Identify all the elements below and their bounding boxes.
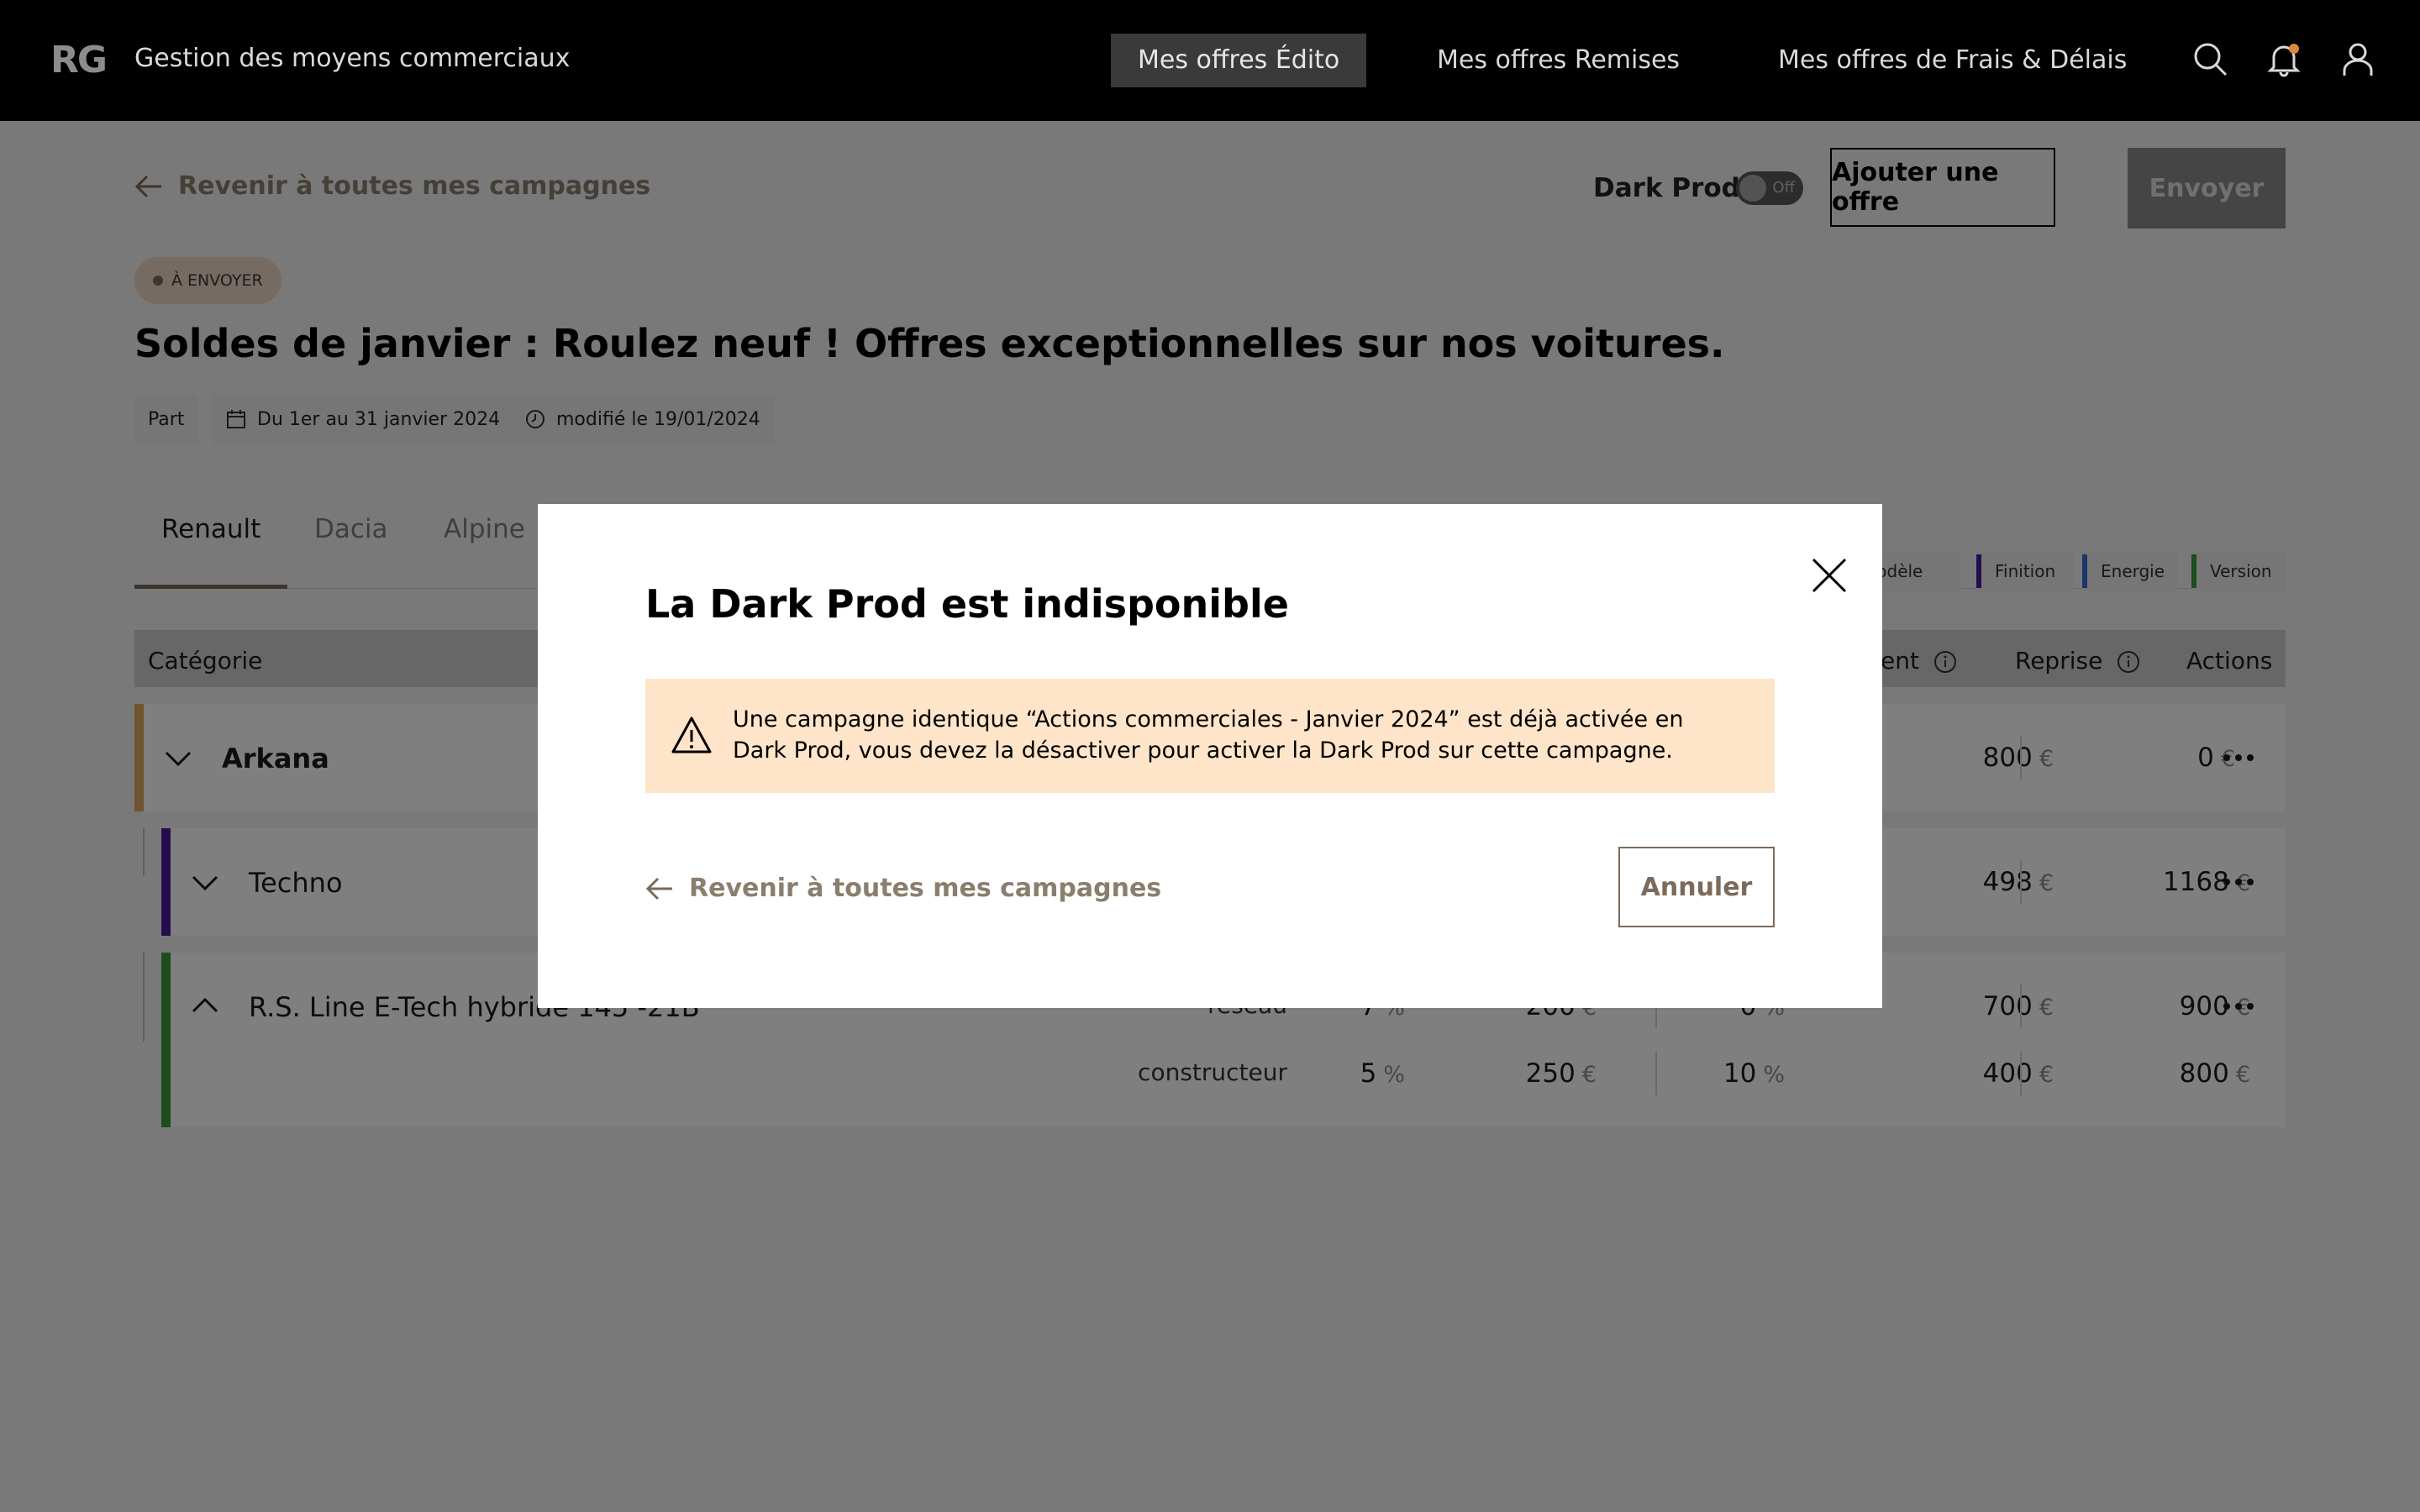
bell-icon[interactable] bbox=[2265, 40, 2302, 77]
app-logo[interactable]: RG bbox=[50, 39, 108, 81]
warning-message: Une campagne identique “Actions commerci… bbox=[733, 706, 1684, 764]
top-navbar: RG Gestion des moyens commerciaux Mes of… bbox=[0, 0, 2420, 121]
cancel-button[interactable]: Annuler bbox=[1618, 847, 1775, 927]
user-icon[interactable] bbox=[2339, 40, 2376, 77]
nav-tab-edito[interactable]: Mes offres Édito bbox=[1111, 34, 1367, 87]
page: RG Gestion des moyens commerciaux Mes of… bbox=[0, 0, 2420, 1512]
dialog-back-to-campaigns-link[interactable]: Revenir à toutes mes campagnes bbox=[645, 874, 1161, 903]
close-icon[interactable] bbox=[1808, 554, 1850, 596]
warning-alert: Une campagne identique “Actions commerci… bbox=[645, 679, 1775, 793]
nav-tab-remises[interactable]: Mes offres Remises bbox=[1410, 34, 1707, 87]
dialog-back-label: Revenir à toutes mes campagnes bbox=[689, 874, 1162, 903]
arrow-left-icon bbox=[645, 877, 672, 900]
nav-tab-frais-delais[interactable]: Mes offres de Frais & Délais bbox=[1751, 34, 2154, 87]
dialog-title: La Dark Prod est indisponible bbox=[645, 581, 1289, 627]
warning-icon bbox=[671, 717, 712, 753]
search-icon[interactable] bbox=[2191, 40, 2228, 77]
app-title: Gestion des moyens commerciaux bbox=[134, 44, 571, 73]
dark-prod-unavailable-dialog: La Dark Prod est indisponible Une campag… bbox=[538, 504, 1882, 1008]
